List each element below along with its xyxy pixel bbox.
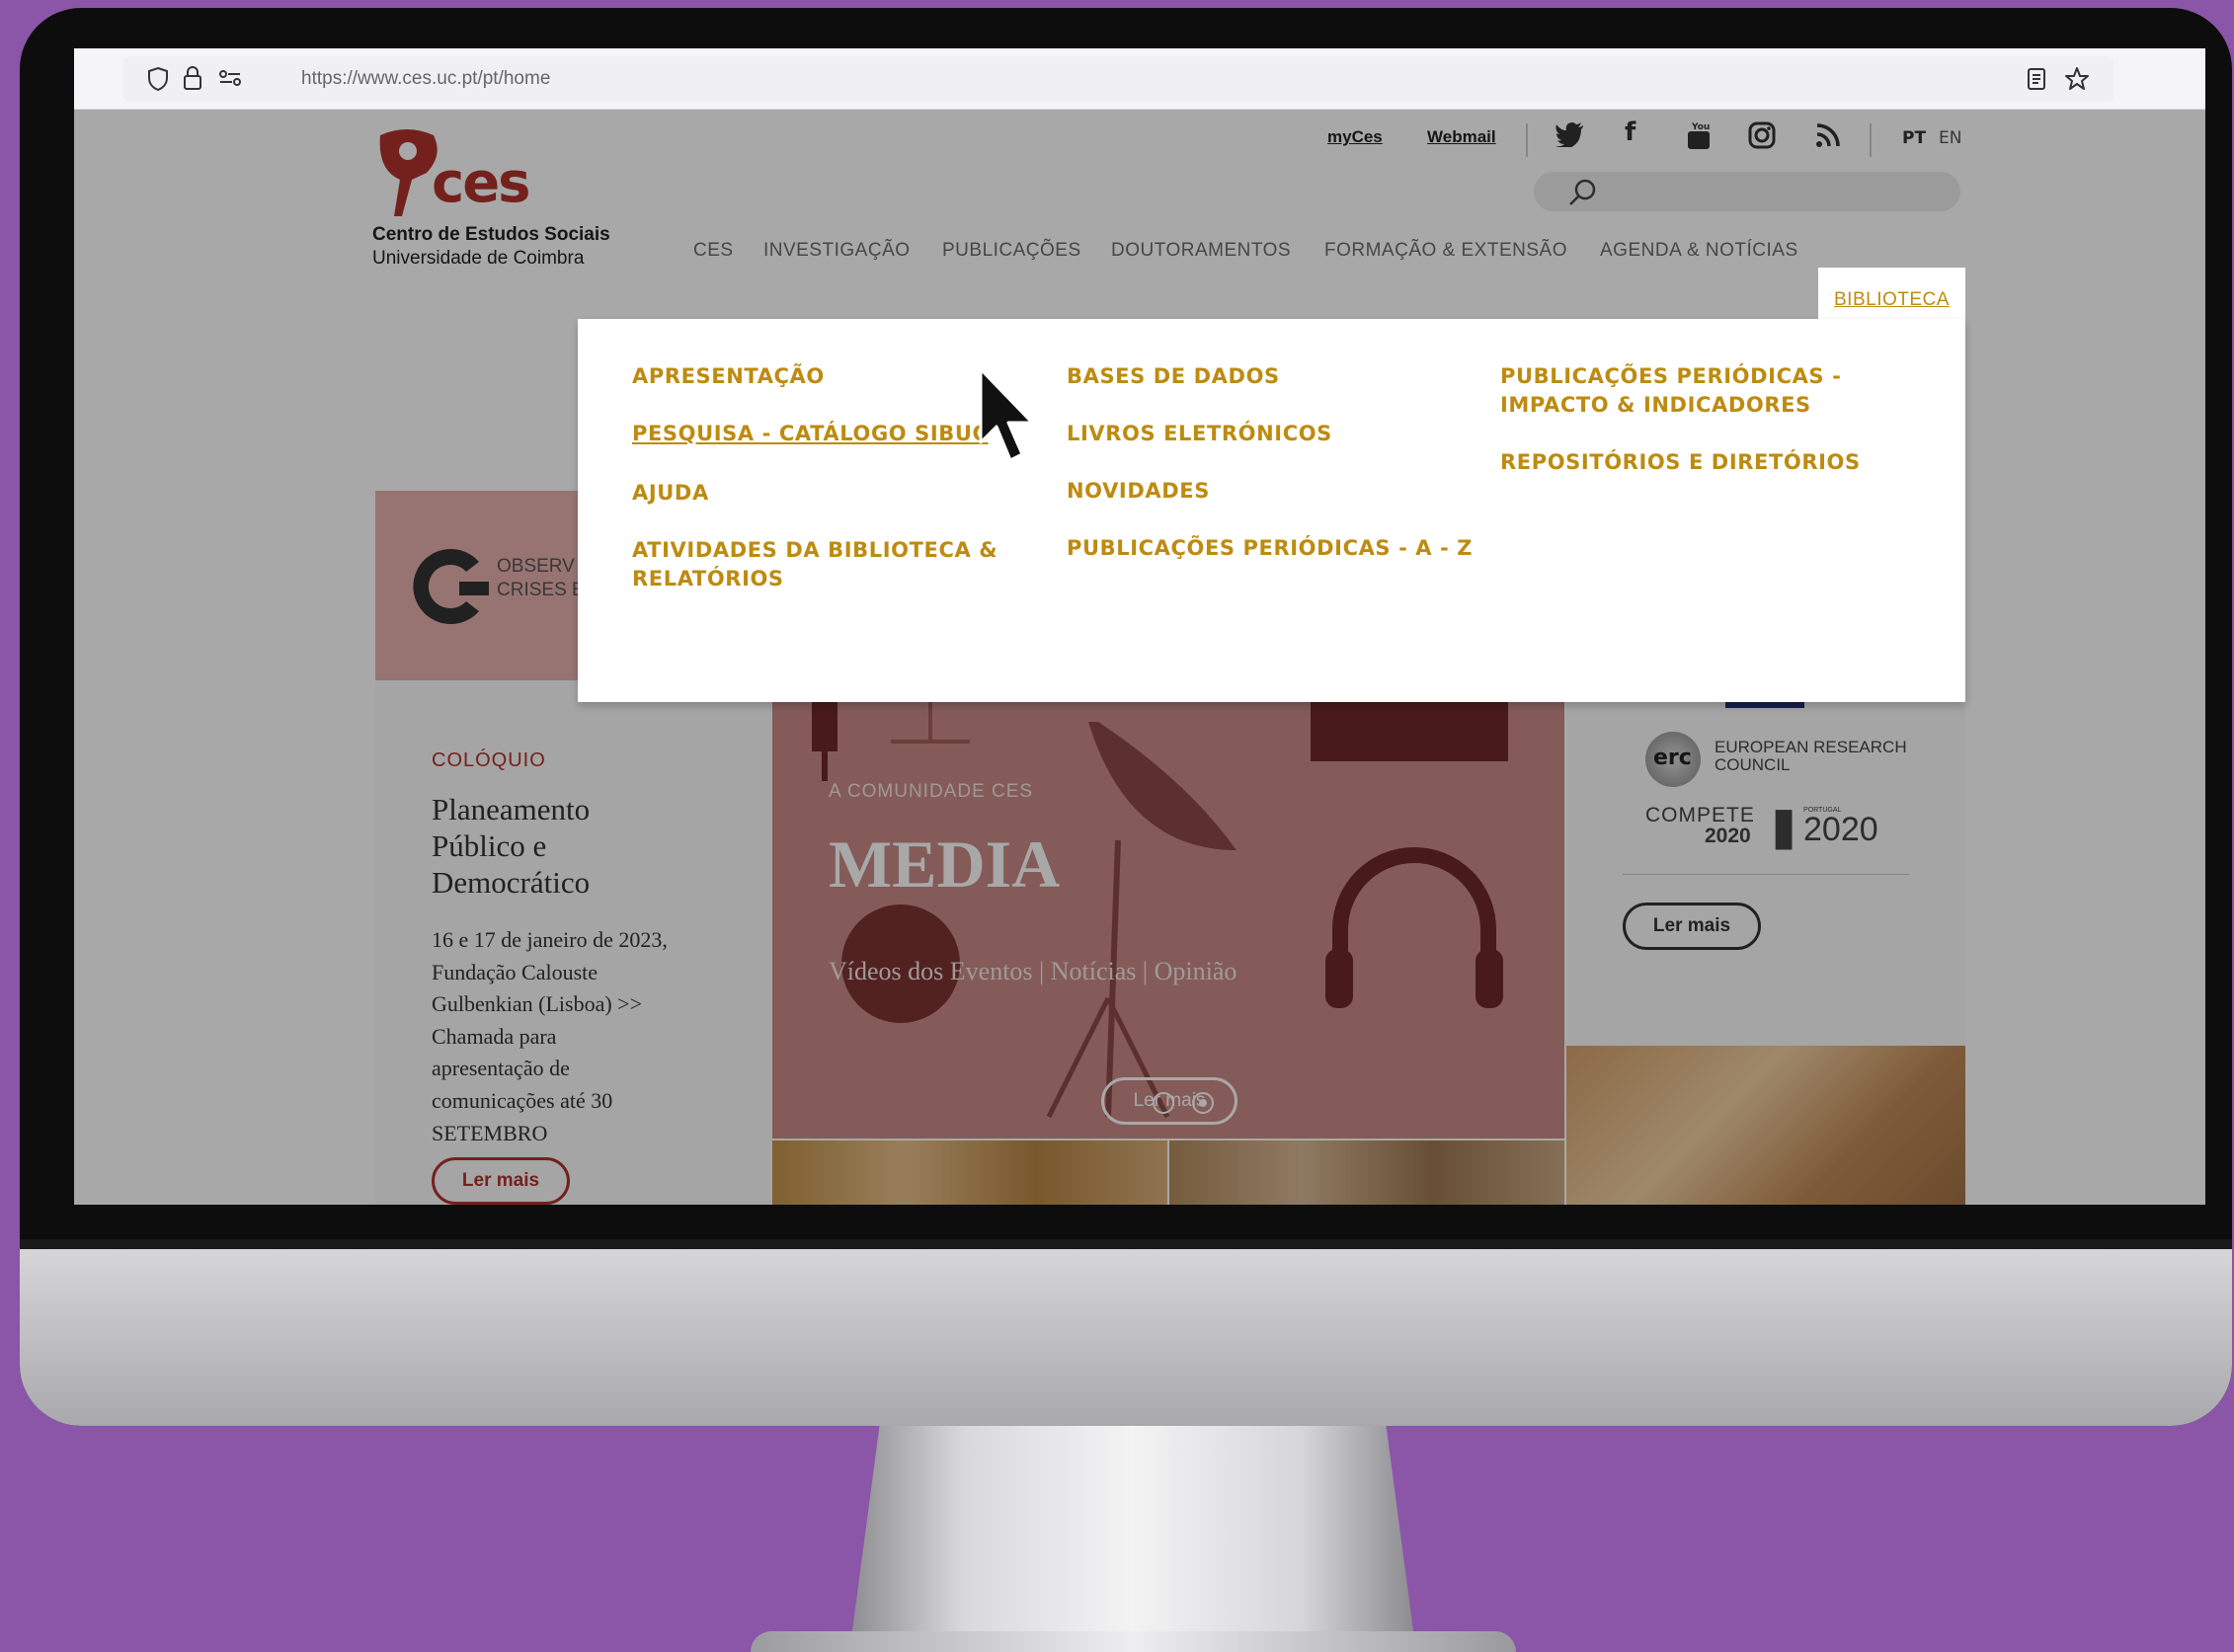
monitor-chin bbox=[20, 1239, 2232, 1426]
nav-biblioteca-tab[interactable]: BIBLIOTECA bbox=[1818, 268, 1965, 321]
browser-toolbar: https://www.ces.uc.pt/pt/home bbox=[74, 48, 2205, 110]
address-bar[interactable]: https://www.ces.uc.pt/pt/home bbox=[123, 56, 2114, 102]
web-page: ces Centro de Estudos Sociais Universida… bbox=[74, 110, 2205, 1205]
menu-periodicas-impacto[interactable]: PUBLICAÇÕES PERIÓDICAS - IMPACTO & INDIC… bbox=[1500, 362, 1856, 420]
monitor-stand-base bbox=[751, 1631, 1516, 1652]
menu-bases-de-dados[interactable]: BASES DE DADOS bbox=[1067, 362, 1280, 391]
lock-icon[interactable] bbox=[183, 56, 202, 108]
menu-livros-eletronicos[interactable]: LIVROS ELETRÓNICOS bbox=[1067, 420, 1332, 448]
reader-view-icon[interactable] bbox=[2027, 56, 2046, 108]
menu-periodicas-a-z[interactable]: PUBLICAÇÕES PERIÓDICAS - A - Z bbox=[1067, 534, 1473, 563]
mouse-cursor-icon bbox=[979, 367, 1034, 462]
biblioteca-dropdown: APRESENTAÇÃO PESQUISA - CATÁLOGO SIBUC A… bbox=[578, 319, 1965, 702]
monitor-stand bbox=[851, 1426, 1414, 1638]
menu-apresentacao[interactable]: APRESENTAÇÃO bbox=[632, 362, 825, 391]
monitor-bezel-line bbox=[20, 1239, 2232, 1249]
menu-atividades-relatorios[interactable]: ATIVIDADES DA BIBLIOTECA & RELATÓRIOS bbox=[632, 536, 1007, 593]
menu-pesquisa-catalogo-sibuc[interactable]: PESQUISA - CATÁLOGO SIBUC bbox=[632, 420, 989, 448]
menu-ajuda[interactable]: AJUDA bbox=[632, 479, 709, 508]
url-text[interactable]: https://www.ces.uc.pt/pt/home bbox=[301, 56, 550, 102]
nav-biblioteca[interactable]: BIBLIOTECA bbox=[1834, 289, 1950, 311]
screen: https://www.ces.uc.pt/pt/home ces Centro… bbox=[74, 48, 2205, 1205]
bookmark-star-icon[interactable] bbox=[2064, 56, 2090, 109]
menu-repositorios-diretorios[interactable]: REPOSITÓRIOS E DIRETÓRIOS bbox=[1500, 448, 1861, 477]
menu-novidades[interactable]: NOVIDADES bbox=[1067, 477, 1210, 506]
permissions-icon[interactable] bbox=[218, 56, 242, 105]
shield-icon[interactable] bbox=[147, 56, 169, 109]
